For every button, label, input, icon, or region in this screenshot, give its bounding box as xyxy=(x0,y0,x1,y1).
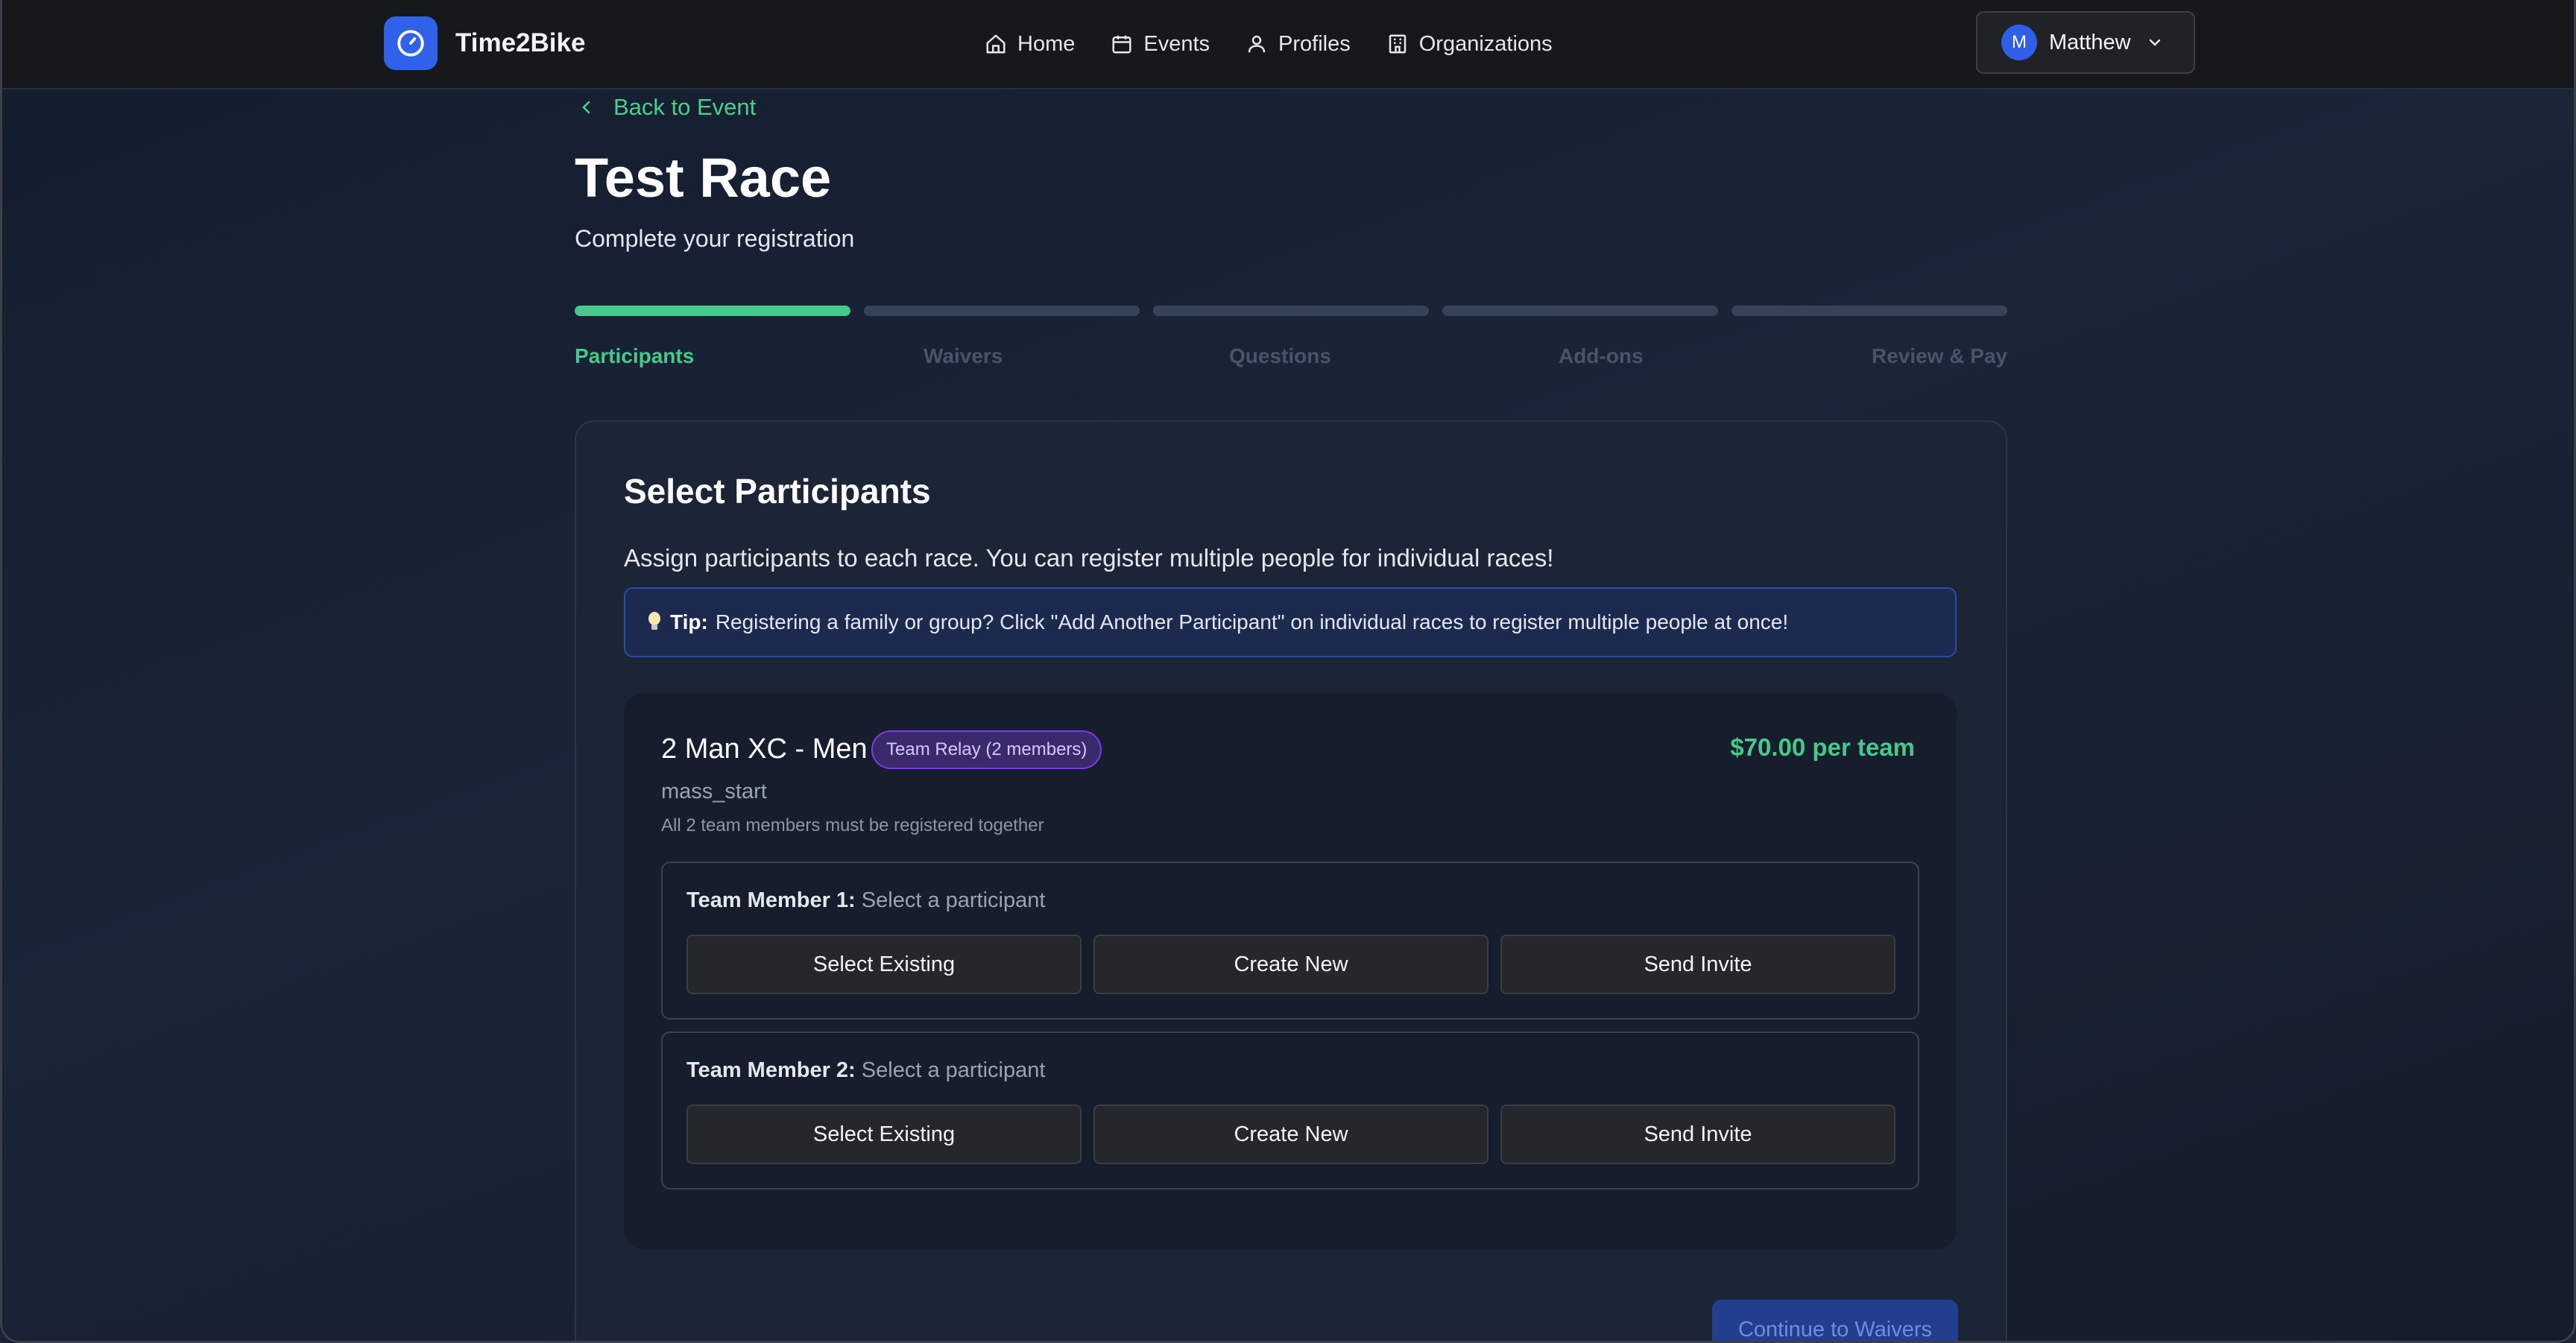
chevron-down-icon xyxy=(2149,39,2160,46)
page-subtitle: Complete your registration xyxy=(575,225,855,252)
step-label-review[interactable]: Review & Pay xyxy=(1872,344,2007,368)
nav-profiles-label: Profiles xyxy=(1278,31,1351,56)
send-invite-button[interactable]: Send Invite xyxy=(1500,935,1895,994)
page-title: Test Race xyxy=(575,147,832,209)
create-new-button[interactable]: Create New xyxy=(1093,1105,1489,1164)
step-bar-addons xyxy=(1442,306,1718,316)
send-invite-button[interactable]: Send Invite xyxy=(1500,1105,1895,1164)
race-note: All 2 team members must be registered to… xyxy=(661,815,1044,835)
avatar: M xyxy=(2001,25,2037,60)
stopwatch-icon xyxy=(384,16,438,70)
team-member-1-status: Select a participant xyxy=(861,888,1046,912)
user-name: Matthew xyxy=(2049,30,2131,54)
team-member-2-label: Team Member 2: Select a participant xyxy=(686,1058,1045,1083)
app-window: Time2Bike Home Events Profiles Organizat… xyxy=(0,0,2576,1343)
nav-organizations-label: Organizations xyxy=(1418,31,1553,56)
nav-home[interactable]: Home xyxy=(985,25,1075,63)
main-nav: Home Events Profiles Organizations xyxy=(985,25,1588,63)
home-icon xyxy=(986,34,1006,54)
step-label-waivers[interactable]: Waivers xyxy=(924,344,1003,368)
team-member-1-title: Team Member 1: xyxy=(686,888,856,912)
chevron-left-icon xyxy=(582,101,590,114)
step-bar-participants xyxy=(575,306,850,316)
create-new-button[interactable]: Create New xyxy=(1093,935,1489,994)
team-member-1: Team Member 1: Select a participant Sele… xyxy=(661,862,1919,1020)
back-to-event-link[interactable]: Back to Event xyxy=(578,94,756,121)
nav-home-label: Home xyxy=(1017,31,1076,56)
select-existing-button[interactable]: Select Existing xyxy=(686,1105,1082,1164)
team-member-2: Team Member 2: Select a participant Sele… xyxy=(661,1031,1919,1189)
step-label-participants[interactable]: Participants xyxy=(575,344,694,368)
step-bar-review xyxy=(1731,306,2007,316)
lightbulb-icon xyxy=(648,612,660,630)
card-description: Assign participants to each race. You ca… xyxy=(624,544,1554,572)
race-start-type: mass_start xyxy=(661,780,767,803)
building-icon xyxy=(1389,34,1406,54)
team-member-2-title: Team Member 2: xyxy=(686,1058,856,1082)
team-member-1-label: Team Member 1: Select a participant xyxy=(686,888,1045,913)
brand-name: Time2Bike xyxy=(455,28,586,57)
step-label-questions[interactable]: Questions xyxy=(1229,344,1331,368)
step-bar-questions xyxy=(1153,306,1429,316)
step-label-addons[interactable]: Add-ons xyxy=(1559,344,1644,368)
race-type-badge: Team Relay (2 members) xyxy=(871,730,1102,769)
continue-to-waivers-button[interactable]: Continue to Waivers xyxy=(1712,1300,1958,1341)
race-price: $70.00 per team xyxy=(1730,733,1915,761)
nav-profiles[interactable]: Profiles xyxy=(1246,25,1351,63)
user-menu-button[interactable]: M Matthew xyxy=(1976,11,2195,74)
select-existing-button[interactable]: Select Existing xyxy=(686,935,1082,994)
nav-events-label: Events xyxy=(1143,31,1210,56)
progress-stepper xyxy=(575,306,2007,317)
back-link-label: Back to Event xyxy=(613,94,757,120)
race-name: 2 Man XC - Men xyxy=(661,733,868,765)
tip-text: Registering a family or group? Click "Ad… xyxy=(715,610,1789,633)
tip-label: Tip: xyxy=(670,610,708,633)
team-member-2-status: Select a participant xyxy=(861,1058,1046,1082)
calendar-icon xyxy=(1112,35,1131,54)
tip-banner: Tip: Registering a family or group? Clic… xyxy=(624,587,1957,657)
step-bar-waivers xyxy=(864,306,1140,316)
user-icon xyxy=(1248,35,1266,53)
nav-organizations[interactable]: Organizations xyxy=(1386,25,1553,63)
brand[interactable]: Time2Bike xyxy=(384,16,585,70)
card-title: Select Participants xyxy=(624,472,931,511)
top-navbar: Time2Bike Home Events Profiles Organizat… xyxy=(2,0,2574,89)
nav-events[interactable]: Events xyxy=(1111,25,1210,63)
